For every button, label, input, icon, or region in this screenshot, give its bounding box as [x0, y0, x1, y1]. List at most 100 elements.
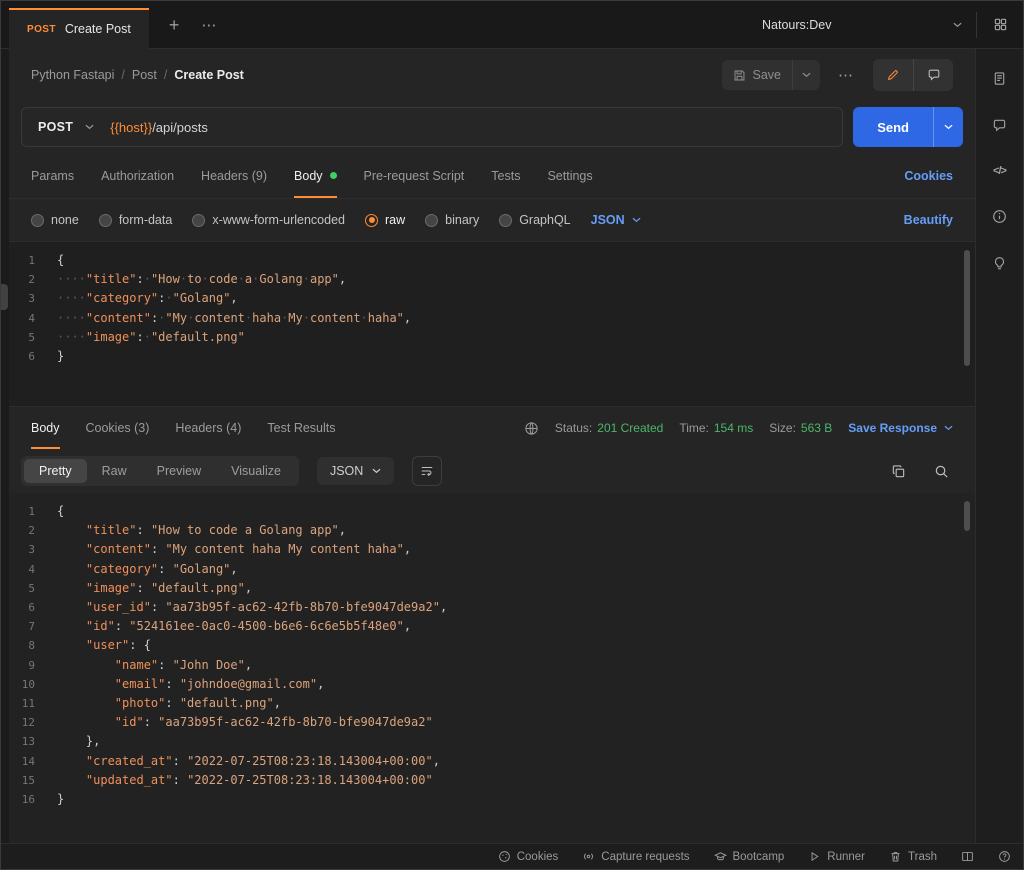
top-tab-bar: POST Create Post + ⋯ Natours:Dev [1, 1, 1023, 49]
code-text: "name": "John Doe", [57, 656, 252, 675]
help-button[interactable] [998, 850, 1011, 863]
tab-pre-request-script[interactable]: Pre-request Script [364, 153, 465, 198]
code-line: 2 "title": "How to code a Golang app", [9, 521, 975, 540]
save-button[interactable]: Save [722, 60, 793, 90]
save-response-label: Save Response [848, 421, 937, 435]
request-body-editor[interactable]: 1{2····"title":·"How·to·code·a·Golang·ap… [9, 241, 975, 407]
play-icon [808, 850, 821, 863]
url-box: POST {{host}}/api/posts [21, 107, 843, 147]
tab-body[interactable]: Body [294, 153, 337, 198]
comment-button[interactable] [913, 59, 953, 91]
line-number: 3 [9, 540, 57, 559]
body-type-binary[interactable]: binary [425, 213, 479, 227]
breadcrumb-separator: / [121, 68, 124, 82]
save-response-button[interactable]: Save Response [848, 421, 953, 435]
more-actions-button[interactable]: ⋯ [838, 66, 855, 84]
body-type-raw[interactable]: raw [365, 213, 405, 227]
request-tab-create-post[interactable]: POST Create Post [9, 8, 149, 49]
code-line: 6} [9, 347, 975, 366]
edit-request-button[interactable] [873, 59, 913, 91]
response-tab-cookies[interactable]: Cookies (3) [86, 407, 150, 449]
send-options-button[interactable] [933, 107, 963, 147]
tab-settings[interactable]: Settings [547, 153, 592, 198]
response-tab-headers[interactable]: Headers (4) [175, 407, 241, 449]
breadcrumb-request-name[interactable]: Create Post [174, 68, 243, 82]
info-icon[interactable] [992, 209, 1007, 224]
size-value: 563 B [801, 421, 832, 435]
request-actions: Save ⋯ [722, 59, 954, 91]
code-line: 5 "image": "default.png", [9, 579, 975, 598]
tab-method-badge: POST [27, 24, 56, 35]
send-button[interactable]: Send [853, 107, 933, 147]
radio-icon [31, 214, 44, 227]
sidebar-drag-handle[interactable] [1, 284, 8, 310]
tab-label: Test Results [267, 421, 335, 435]
breadcrumb: Python Fastapi / Post / Create Post [31, 68, 244, 82]
beautify-link[interactable]: Beautify [904, 213, 953, 227]
graduation-cap-icon [714, 850, 727, 863]
cookies-link[interactable]: Cookies [904, 169, 953, 183]
code-snippet-icon[interactable]: </> [993, 165, 1006, 177]
body-type-label: x-www-form-urlencoded [212, 213, 345, 227]
response-tab-test-results[interactable]: Test Results [267, 407, 335, 449]
tab-authorization[interactable]: Authorization [101, 153, 174, 198]
tab-params[interactable]: Params [31, 153, 74, 198]
text-wrap-icon [420, 464, 434, 478]
save-options-button[interactable] [792, 60, 820, 90]
statusbar-capture-requests[interactable]: Capture requests [582, 850, 689, 863]
tab-tests[interactable]: Tests [491, 153, 520, 198]
statusbar-bootcamp[interactable]: Bootcamp [714, 850, 785, 863]
view-visualize[interactable]: Visualize [216, 459, 296, 483]
tab-label: Authorization [101, 169, 174, 183]
line-number: 3 [9, 289, 57, 308]
wrap-lines-button[interactable] [412, 456, 442, 486]
code-text: { [57, 502, 64, 521]
method-dropdown[interactable]: POST [22, 120, 110, 134]
breadcrumb-collection[interactable]: Python Fastapi [31, 68, 114, 82]
line-number: 6 [9, 598, 57, 617]
documentation-icon[interactable] [992, 71, 1007, 86]
body-type-form-data[interactable]: form-data [99, 213, 173, 227]
pencil-icon [886, 68, 900, 82]
response-language-dropdown[interactable]: JSON [317, 457, 394, 485]
raw-language-dropdown[interactable]: JSON [591, 213, 641, 227]
environment-quick-look-button[interactable] [977, 17, 1023, 32]
new-tab-button[interactable]: + [169, 16, 180, 34]
statusbar-runner[interactable]: Runner [808, 850, 865, 863]
copy-icon[interactable] [891, 464, 906, 479]
body-type-none[interactable]: none [31, 213, 79, 227]
grid-icon [993, 17, 1008, 32]
request-url-row: POST {{host}}/api/posts Send [9, 101, 975, 153]
statusbar-cookies[interactable]: Cookies [498, 850, 559, 863]
lightbulb-icon[interactable] [992, 256, 1007, 271]
breadcrumb-folder[interactable]: Post [132, 68, 157, 82]
view-raw[interactable]: Raw [87, 459, 142, 483]
environment-selector[interactable]: Natours:Dev [748, 8, 976, 42]
scrollbar[interactable] [964, 501, 970, 531]
language-label: JSON [330, 464, 363, 478]
code-line: 3····"category":·"Golang", [9, 289, 975, 308]
statusbar-trash[interactable]: Trash [889, 850, 937, 863]
body-type-urlencoded[interactable]: x-www-form-urlencoded [192, 213, 345, 227]
body-type-row: none form-data x-www-form-urlencoded raw… [9, 199, 975, 241]
response-tab-body[interactable]: Body [31, 407, 60, 449]
view-pretty[interactable]: Pretty [24, 459, 87, 483]
body-type-graphql[interactable]: GraphQL [499, 213, 570, 227]
search-icon[interactable] [934, 464, 949, 479]
status-bar: Cookies Capture requests Bootcamp Runner… [1, 843, 1023, 869]
network-globe-icon[interactable] [524, 421, 539, 436]
right-sidebar: </> [975, 49, 1023, 843]
split-panels-button[interactable] [961, 850, 974, 863]
line-number: 4 [9, 309, 57, 328]
comments-icon[interactable] [992, 118, 1007, 133]
tab-headers[interactable]: Headers (9) [201, 153, 267, 198]
body-type-label: binary [445, 213, 479, 227]
scrollbar[interactable] [964, 250, 970, 366]
view-preview[interactable]: Preview [142, 459, 216, 483]
url-input[interactable]: {{host}}/api/posts [110, 120, 208, 135]
response-toolbar: Pretty Raw Preview Visualize JSON [9, 449, 975, 493]
chevron-down-icon [85, 124, 94, 130]
tab-options-button[interactable]: ⋯ [201, 16, 218, 34]
code-text: "updated_at": "2022-07-25T08:23:18.14300… [57, 771, 433, 790]
response-body-editor[interactable]: 1{2 "title": "How to code a Golang app",… [9, 493, 975, 843]
